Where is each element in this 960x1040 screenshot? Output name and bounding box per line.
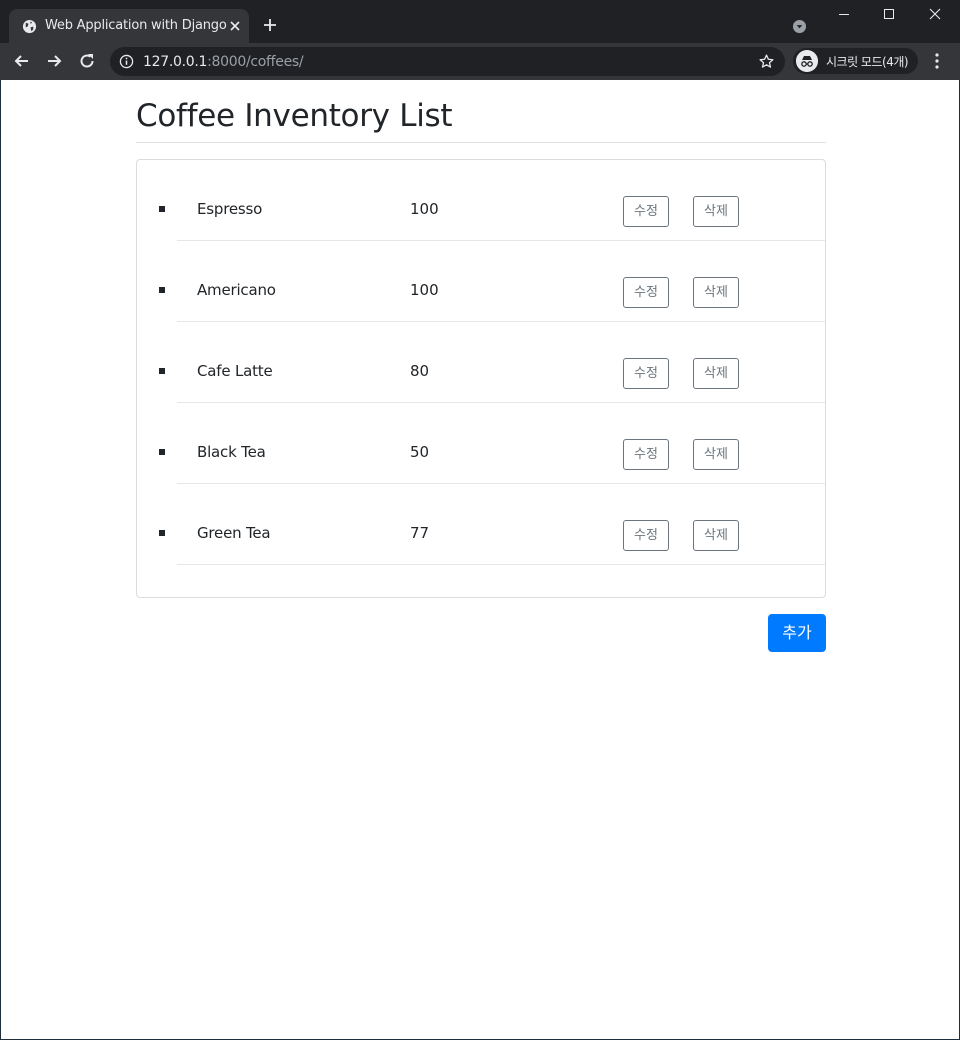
item-quantity: 80 <box>410 362 430 380</box>
item-name: Black Tea <box>197 443 266 461</box>
list-item: Espresso 100 수정 삭제 <box>137 160 825 241</box>
close-icon[interactable] <box>227 18 243 34</box>
url-host: 127.0.0.1 <box>143 54 208 70</box>
browser-tab[interactable]: Web Application with Django <box>9 9 249 43</box>
delete-button[interactable]: 삭제 <box>693 358 739 389</box>
window-close-icon[interactable] <box>928 7 942 21</box>
inventory-card: Espresso 100 수정 삭제 Americano 100 수정 삭제 C… <box>136 159 826 598</box>
row-divider <box>177 564 825 565</box>
page-viewport: Coffee Inventory List Espresso 100 수정 삭제… <box>0 80 960 1040</box>
bullet <box>159 530 165 536</box>
item-quantity: 100 <box>410 200 439 218</box>
delete-button[interactable]: 삭제 <box>693 439 739 470</box>
bullet <box>159 368 165 374</box>
arrow-right-icon[interactable] <box>44 51 64 71</box>
url-path: :8000/coffees/ <box>207 54 304 70</box>
star-icon[interactable] <box>758 53 775 70</box>
bullet <box>159 206 165 212</box>
list-item: Cafe Latte 80 수정 삭제 <box>137 322 825 403</box>
address-bar[interactable]: 127.0.0.1:8000/coffees/ <box>110 47 785 76</box>
title-divider <box>136 142 826 143</box>
delete-button[interactable]: 삭제 <box>693 277 739 308</box>
tab-title: Web Application with Django <box>45 18 227 33</box>
kebab-menu-icon[interactable] <box>929 52 945 70</box>
url-text[interactable]: 127.0.0.1:8000/coffees/ <box>143 54 304 70</box>
list-item: Americano 100 수정 삭제 <box>137 241 825 322</box>
list-item: Green Tea 77 수정 삭제 <box>137 484 825 565</box>
reload-icon[interactable] <box>77 51 97 71</box>
bullet <box>159 449 165 455</box>
plus-icon[interactable] <box>262 17 278 33</box>
bullet <box>159 287 165 293</box>
item-name: Americano <box>197 281 276 299</box>
edit-button[interactable]: 수정 <box>623 196 669 227</box>
list-item: Black Tea 50 수정 삭제 <box>137 403 825 484</box>
minimize-icon[interactable] <box>837 7 851 21</box>
globe-icon <box>22 19 37 34</box>
incognito-icon <box>796 50 818 72</box>
browser-titlebar: Web Application with Django <box>0 0 960 43</box>
delete-button[interactable]: 삭제 <box>693 520 739 551</box>
edit-button[interactable]: 수정 <box>623 358 669 389</box>
page-title: Coffee Inventory List <box>136 98 453 134</box>
edit-button[interactable]: 수정 <box>623 520 669 551</box>
item-quantity: 100 <box>410 281 439 299</box>
item-name: Espresso <box>197 200 263 218</box>
profile-label: 시크릿 모드(4개) <box>826 55 909 69</box>
add-button[interactable]: 추가 <box>768 614 826 652</box>
maximize-icon[interactable] <box>882 7 896 21</box>
item-name: Green Tea <box>197 524 271 542</box>
arrow-left-icon[interactable] <box>12 51 32 71</box>
item-quantity: 50 <box>410 443 430 461</box>
incognito-profile-button[interactable]: 시크릿 모드(4개) <box>793 48 918 74</box>
info-icon[interactable] <box>119 54 134 69</box>
item-name: Cafe Latte <box>197 362 273 380</box>
edit-button[interactable]: 수정 <box>623 277 669 308</box>
chevron-down-circle-icon[interactable] <box>792 19 807 34</box>
item-quantity: 77 <box>410 524 430 542</box>
browser-toolbar: 127.0.0.1:8000/coffees/ 시크릿 모드(4개) <box>0 43 960 80</box>
delete-button[interactable]: 삭제 <box>693 196 739 227</box>
edit-button[interactable]: 수정 <box>623 439 669 470</box>
